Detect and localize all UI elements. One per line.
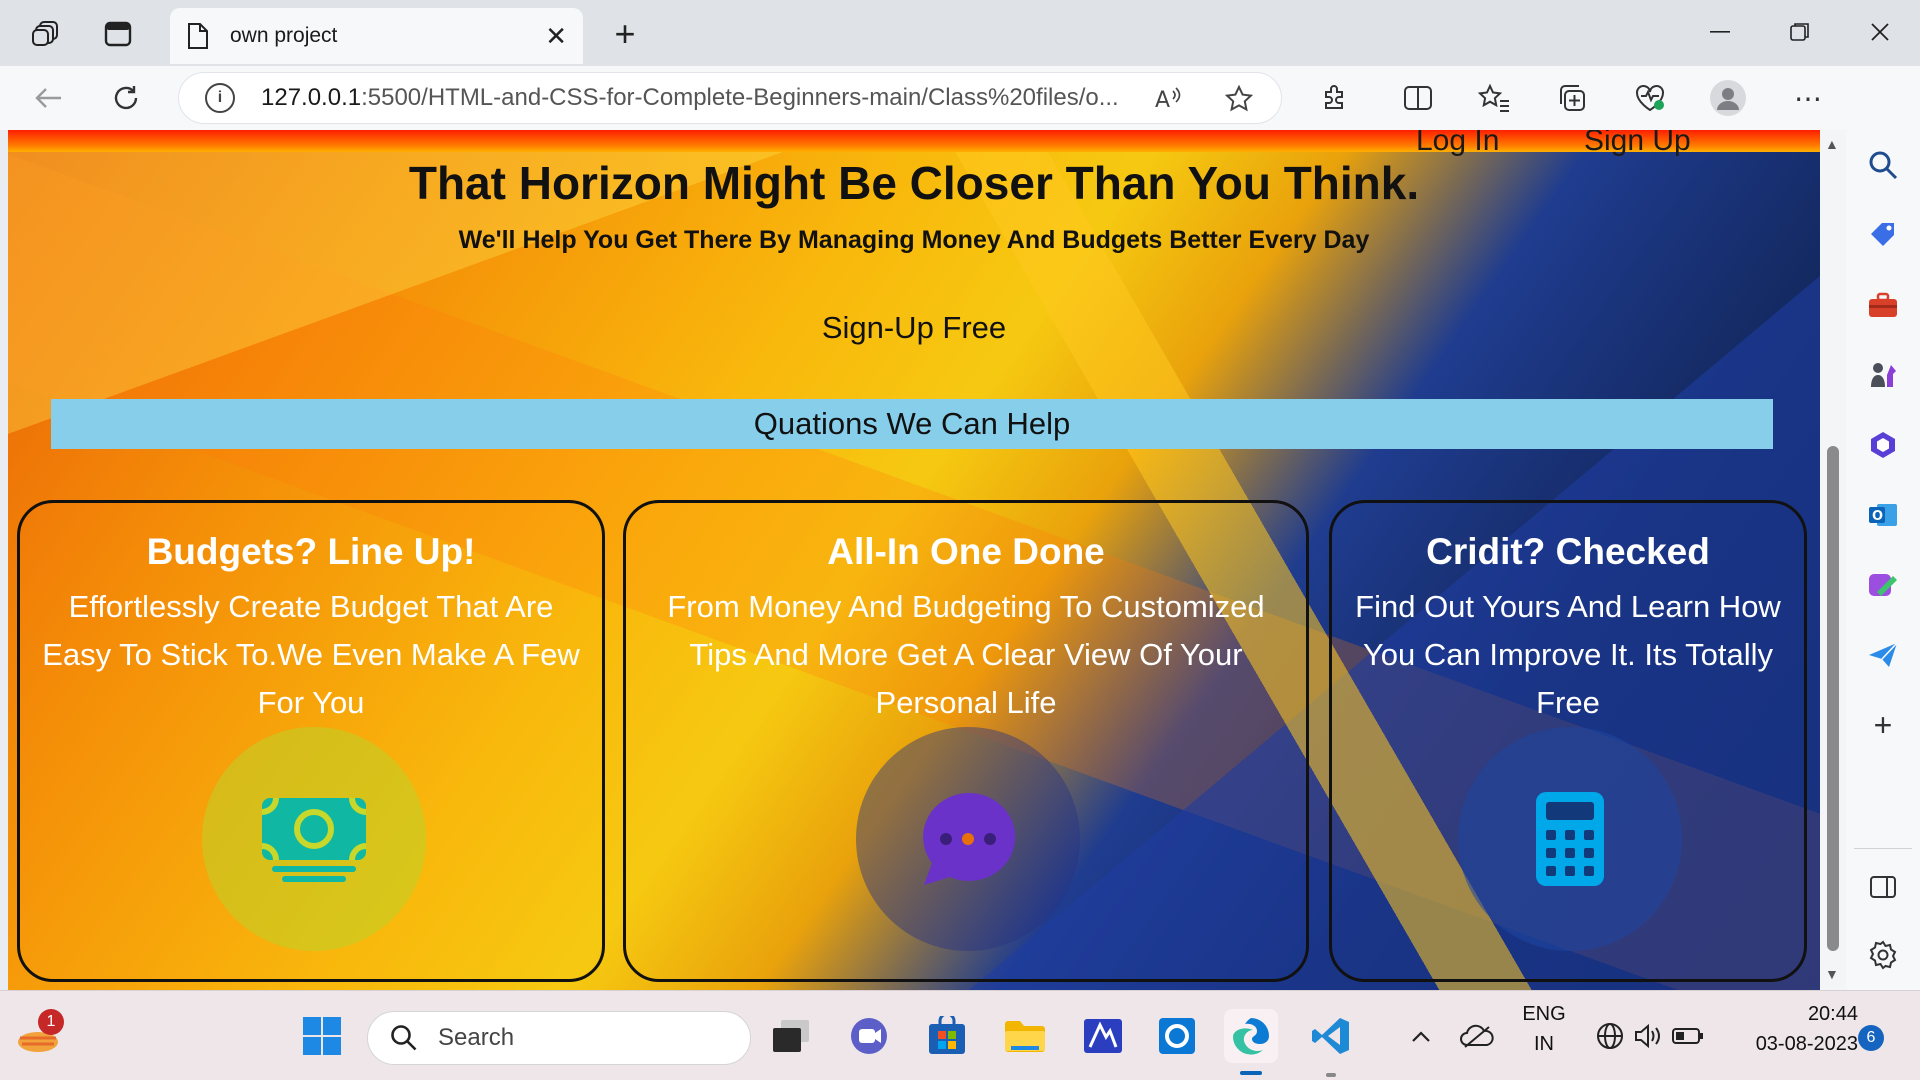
browser-toolbar: i 127.0.0.1:5500/HTML-and-CSS-for-Comple…	[0, 66, 1920, 130]
site-info-icon[interactable]: i	[205, 83, 235, 113]
feature-card-credit: Cridit? Checked Find Out Yours And Learn…	[1329, 500, 1807, 982]
sidebar-divider	[1854, 848, 1912, 849]
cortana-icon[interactable]	[1150, 1009, 1204, 1063]
hero-title: That Horizon Might Be Closer Than You Th…	[408, 157, 1420, 209]
minimize-button[interactable]	[1690, 10, 1750, 54]
page-icon	[188, 23, 208, 49]
card-text: Find Out Yours And Learn How You Can Imp…	[1355, 589, 1781, 720]
vertical-tabs-icon[interactable]	[98, 14, 138, 54]
browser-essentials-icon[interactable]	[1628, 76, 1672, 120]
search-icon[interactable]	[1860, 142, 1906, 188]
vscode-running-indicator	[1326, 1073, 1336, 1077]
card-text: Effortlessly Create Budget That Are Easy…	[42, 589, 580, 720]
scroll-up-arrow-icon[interactable]: ▲	[1825, 136, 1839, 152]
language-indicator-top[interactable]: ENG	[1516, 1003, 1572, 1026]
edge-active-indicator	[1240, 1071, 1262, 1075]
card-icon-circle	[1458, 727, 1682, 951]
favorite-star-icon[interactable]	[1219, 79, 1259, 119]
edge-browser-icon[interactable]	[1224, 1009, 1278, 1063]
signup-free-button[interactable]: Sign-Up Free	[8, 310, 1820, 346]
shopping-tag-icon[interactable]	[1860, 212, 1906, 258]
start-windows-icon[interactable]	[295, 1009, 349, 1063]
read-aloud-icon[interactable]: A	[1149, 79, 1189, 119]
send-icon[interactable]	[1860, 632, 1906, 678]
restore-button[interactable]	[1770, 10, 1830, 54]
address-bar[interactable]: i 127.0.0.1:5500/HTML-and-CSS-for-Comple…	[178, 72, 1282, 124]
tab-close-icon[interactable]: ✕	[545, 21, 567, 52]
outlook-icon[interactable]: O	[1860, 492, 1906, 538]
tools-briefcase-icon[interactable]	[1860, 282, 1906, 328]
new-tab-button[interactable]: +	[605, 12, 645, 56]
money-icon	[261, 797, 367, 882]
signup-link[interactable]: Sign Up	[1584, 130, 1691, 158]
back-icon[interactable]	[26, 76, 70, 120]
microsoft-365-icon[interactable]	[1860, 422, 1906, 468]
page-viewport: Log In Sign Up That Horizon Might Be Clo…	[8, 130, 1820, 990]
login-link[interactable]: Log In	[1416, 130, 1499, 158]
language-indicator-bottom[interactable]: IN	[1516, 1033, 1572, 1056]
settings-gear-icon[interactable]	[1860, 932, 1906, 978]
search-icon	[391, 1025, 417, 1051]
vscode-icon[interactable]	[1304, 1009, 1358, 1063]
split-screen-icon[interactable]	[1396, 76, 1440, 120]
volume-icon[interactable]	[1628, 1009, 1668, 1063]
tab-strip: own project ✕ +	[0, 0, 1920, 66]
workspaces-icon[interactable]	[26, 14, 66, 54]
url-text[interactable]: 127.0.0.1:5500/HTML-and-CSS-for-Complete…	[261, 84, 1131, 112]
games-chess-icon[interactable]	[1860, 352, 1906, 398]
task-view-icon[interactable]	[764, 1009, 818, 1063]
feature-card-budgets: Budgets? Line Up! Effortlessly Create Bu…	[17, 500, 605, 982]
close-window-button[interactable]	[1850, 10, 1910, 54]
svg-text:O: O	[1872, 509, 1883, 524]
card-icon-circle	[202, 727, 426, 951]
card-title: All-In One Done	[827, 531, 1105, 572]
taskbar-search-box[interactable]: Search	[367, 1011, 751, 1065]
chat-bubble-icon	[923, 792, 1016, 885]
show-hidden-icons-chevron-icon[interactable]	[1394, 1009, 1448, 1063]
edge-sidebar: O +	[1846, 66, 1920, 990]
onedrive-cloud-icon[interactable]	[1450, 1009, 1504, 1063]
extensions-icon[interactable]	[1312, 76, 1356, 120]
page-scrollbar[interactable]: ▲ ▼	[1820, 130, 1846, 990]
card-title: Cridit? Checked	[1426, 531, 1710, 572]
more-options-icon[interactable]: ⋯	[1786, 76, 1830, 120]
mail-app-icon[interactable]	[1076, 1009, 1130, 1063]
profile-avatar[interactable]	[1706, 76, 1750, 120]
clock-date[interactable]: 03-08-2023	[1722, 1033, 1858, 1056]
tab-title: own project	[230, 24, 338, 47]
site-header-bar	[8, 130, 1820, 152]
teams-chat-icon[interactable]	[842, 1009, 896, 1063]
card-icon-circle	[856, 727, 1080, 951]
network-globe-icon[interactable]	[1590, 1009, 1630, 1063]
file-explorer-icon[interactable]	[998, 1009, 1052, 1063]
widget-notification-badge: 1	[38, 1009, 64, 1035]
hero-subtitle: We'll Help You Get There By Managing Mon…	[458, 226, 1370, 254]
notification-center-badge[interactable]: 6	[1858, 1025, 1884, 1051]
hide-sidebar-icon[interactable]	[1860, 864, 1906, 910]
microsoft-store-icon[interactable]	[920, 1009, 974, 1063]
add-sidebar-app-icon[interactable]: +	[1860, 702, 1906, 748]
designer-icon[interactable]	[1860, 562, 1906, 608]
clock-time[interactable]: 20:44	[1722, 1003, 1858, 1026]
scroll-down-arrow-icon[interactable]: ▼	[1825, 966, 1839, 982]
scrollbar-thumb[interactable]	[1827, 446, 1839, 951]
card-text: From Money And Budgeting To Customized T…	[667, 589, 1265, 720]
refresh-icon[interactable]	[104, 76, 148, 120]
favorites-icon[interactable]	[1472, 76, 1516, 120]
battery-icon[interactable]	[1668, 1009, 1708, 1063]
svg-text:A: A	[1155, 88, 1170, 113]
feature-card-all-in-one: All-In One Done From Money And Budgeting…	[623, 500, 1309, 982]
active-tab[interactable]: own project ✕	[170, 8, 583, 64]
calculator-icon	[1536, 792, 1604, 886]
collections-icon[interactable]	[1550, 76, 1594, 120]
questions-bar: Quations We Can Help	[51, 399, 1773, 449]
card-title: Budgets? Line Up!	[146, 531, 476, 572]
windows-taskbar: 1 Search ENG IN 20:44 03-08-2023 6	[0, 990, 1920, 1080]
